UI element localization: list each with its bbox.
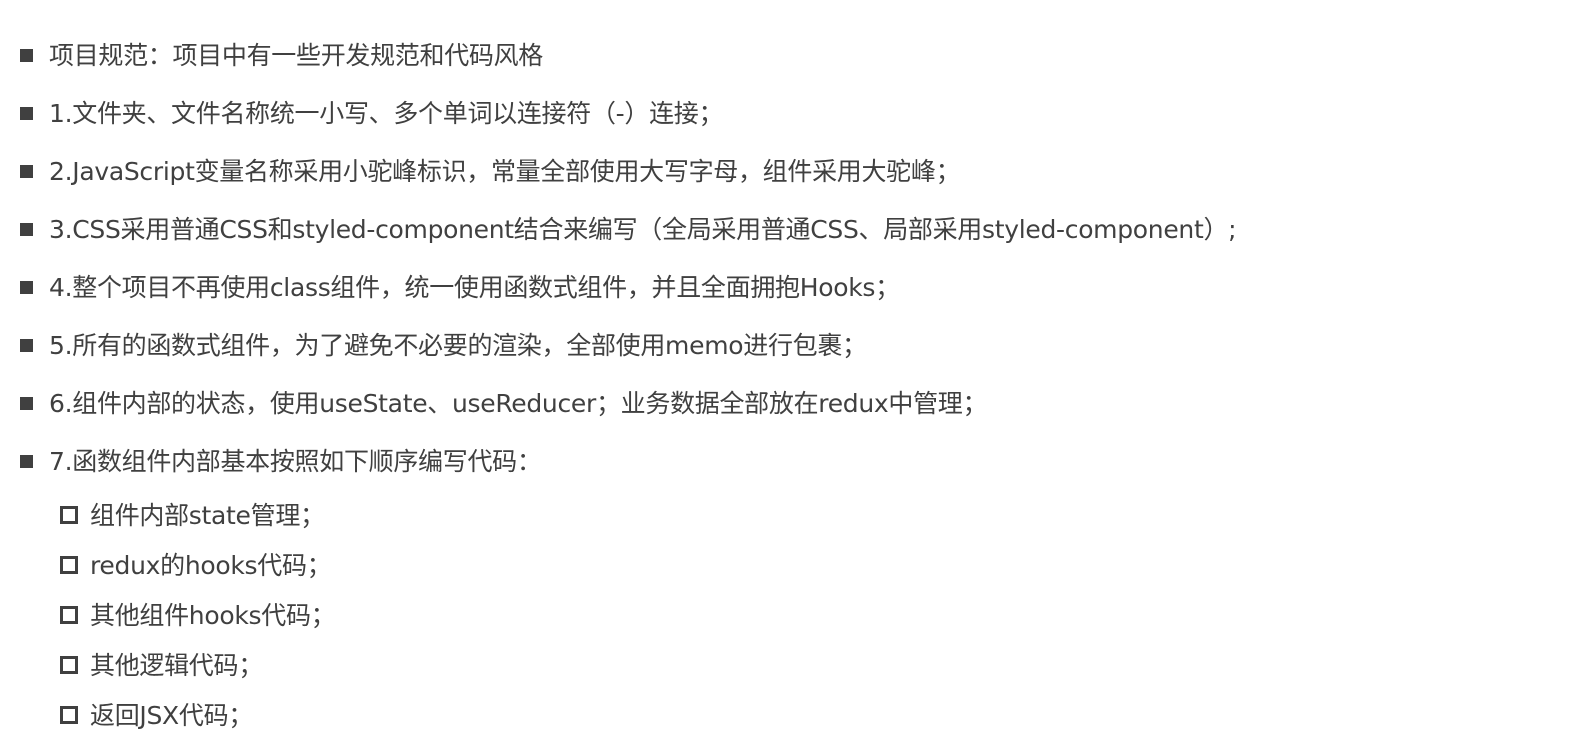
hollow-square-bullet-icon xyxy=(60,656,78,674)
list-item: 7.函数组件内部基本按照如下顺序编写代码： xyxy=(20,432,1583,490)
list-item: 1.文件夹、文件名称统一小写、多个单词以连接符（-）连接； xyxy=(20,84,1583,142)
sub-list-item-text: 组件内部state管理； xyxy=(90,500,325,530)
list-item-text: 4.整个项目不再使用class组件，统一使用函数式组件，并且全面拥抱Hooks； xyxy=(49,272,900,302)
list-item-text: 7.函数组件内部基本按照如下顺序编写代码： xyxy=(49,446,542,476)
list-item-text: 5.所有的函数式组件，为了避免不必要的渲染，全部使用memo进行包裹； xyxy=(49,330,867,360)
sub-list-item: redux的hooks代码； xyxy=(20,540,1583,590)
sub-list-item-text: 其他逻辑代码； xyxy=(90,650,263,680)
hollow-square-bullet-icon xyxy=(60,506,78,524)
sub-list-item: 返回JSX代码； xyxy=(20,690,1583,740)
sub-list-item: 组件内部state管理； xyxy=(20,490,1583,540)
list-item-text: 3.CSS采用普通CSS和styled-component结合来编写（全局采用普… xyxy=(49,214,1237,244)
list-item: 5.所有的函数式组件，为了避免不必要的渲染，全部使用memo进行包裹； xyxy=(20,316,1583,374)
list-item-text: 项目规范：项目中有一些开发规范和代码风格 xyxy=(49,40,544,70)
list-item: 4.整个项目不再使用class组件，统一使用函数式组件，并且全面拥抱Hooks； xyxy=(20,258,1583,316)
square-bullet-icon xyxy=(20,454,33,468)
square-bullet-icon xyxy=(20,164,33,178)
list-item: 2.JavaScript变量名称采用小驼峰标识，常量全部使用大写字母，组件采用大… xyxy=(20,142,1583,200)
square-bullet-icon xyxy=(20,106,33,120)
sub-list-item: 其他组件hooks代码； xyxy=(20,590,1583,640)
spec-slide: 项目规范：项目中有一些开发规范和代码风格 1.文件夹、文件名称统一小写、多个单词… xyxy=(0,0,1583,740)
sub-list-item-text: 其他组件hooks代码； xyxy=(90,600,336,630)
list-item-text: 1.文件夹、文件名称统一小写、多个单词以连接符（-）连接； xyxy=(49,98,724,128)
hollow-square-bullet-icon xyxy=(60,556,78,574)
list-item-text: 2.JavaScript变量名称采用小驼峰标识，常量全部使用大写字母，组件采用大… xyxy=(49,156,961,186)
list-item-heading: 项目规范：项目中有一些开发规范和代码风格 xyxy=(20,26,1583,84)
sub-list-item-text: redux的hooks代码； xyxy=(90,550,332,580)
square-bullet-icon xyxy=(20,338,33,352)
hollow-square-bullet-icon xyxy=(60,706,78,724)
hollow-square-bullet-icon xyxy=(60,606,78,624)
square-bullet-icon xyxy=(20,48,33,62)
square-bullet-icon xyxy=(20,396,33,410)
sub-list-item-text: 返回JSX代码； xyxy=(90,700,253,730)
sub-list-item: 其他逻辑代码； xyxy=(20,640,1583,690)
square-bullet-icon xyxy=(20,222,33,236)
square-bullet-icon xyxy=(20,280,33,294)
list-item: 6.组件内部的状态，使用useState、useReducer；业务数据全部放在… xyxy=(20,374,1583,432)
list-item-text: 6.组件内部的状态，使用useState、useReducer；业务数据全部放在… xyxy=(49,388,988,418)
list-item: 3.CSS采用普通CSS和styled-component结合来编写（全局采用普… xyxy=(20,200,1583,258)
